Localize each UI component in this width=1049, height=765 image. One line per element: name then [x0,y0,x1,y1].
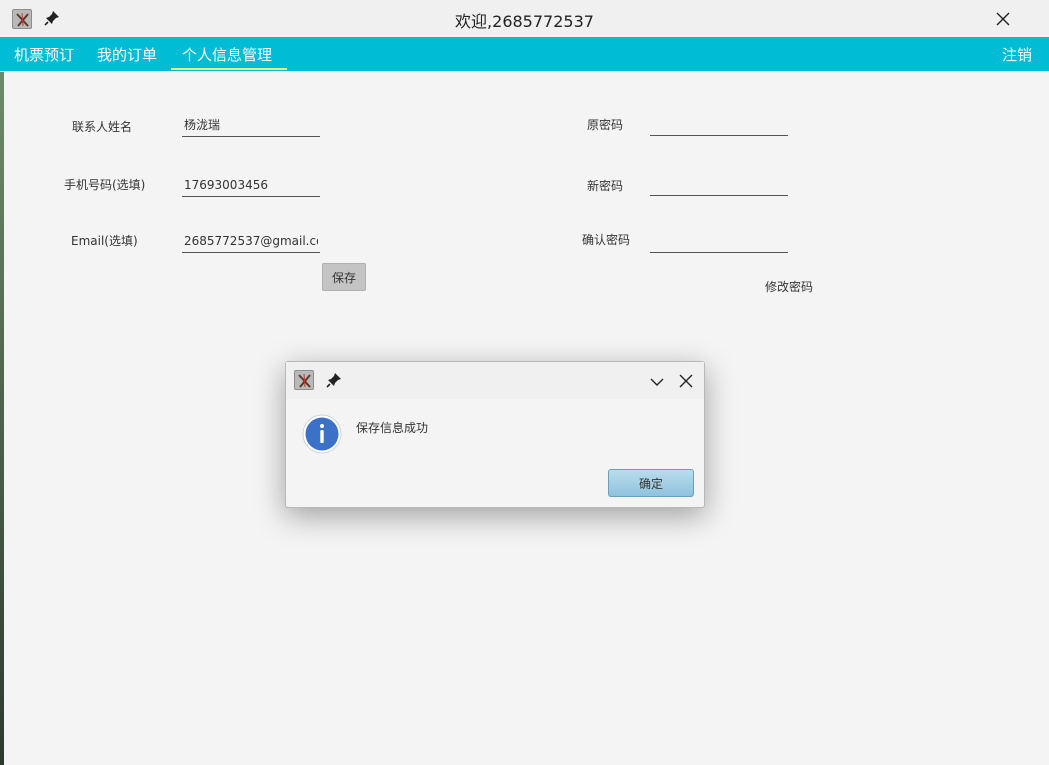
menu-item-profile[interactable]: 个人信息管理 [182,44,272,65]
change-password-button[interactable]: 修改密码 [755,277,823,295]
menu-item-booking[interactable]: 机票预订 [14,44,74,65]
dialog-pin-icon[interactable] [326,372,342,388]
dialog-close-icon[interactable] [679,373,693,388]
dialog-app-icon[interactable] [294,370,314,390]
phone-field[interactable] [182,173,320,197]
email-field[interactable] [182,229,320,253]
save-button[interactable]: 保存 [322,263,366,291]
ok-button[interactable]: 确定 [608,469,694,497]
info-icon [302,414,342,454]
old-password-label: 原密码 [587,118,624,132]
desktop-background [0,72,4,765]
menu-item-orders[interactable]: 我的订单 [97,44,157,65]
logout-button[interactable]: 注销 [1002,44,1032,65]
dialog-title-bar [286,362,704,399]
active-tab-indicator [171,68,287,70]
title-bar: 欢迎,2685772537 [0,0,1049,37]
new-password-label: 新密码 [587,179,624,193]
close-icon[interactable] [996,11,1010,26]
email-label: Email(选填) [71,234,138,248]
main-window: 欢迎,2685772537 机票预订 我的订单 个人信息管理 注销 联系人姓名 … [0,0,1049,765]
chevron-down-icon[interactable] [650,374,664,388]
name-field[interactable] [182,113,320,137]
new-password-field[interactable] [650,172,788,196]
phone-label: 手机号码(选填) [64,178,146,192]
info-dialog: 保存信息成功 确定 [285,361,705,508]
window-title: 欢迎,2685772537 [455,12,594,31]
old-password-field[interactable] [650,112,788,136]
menu-bar: 机票预订 我的订单 个人信息管理 注销 [0,37,1049,71]
name-label: 联系人姓名 [72,120,133,134]
dialog-message: 保存信息成功 [356,421,429,435]
confirm-password-label: 确认密码 [582,233,631,247]
confirm-password-field[interactable] [650,229,788,253]
